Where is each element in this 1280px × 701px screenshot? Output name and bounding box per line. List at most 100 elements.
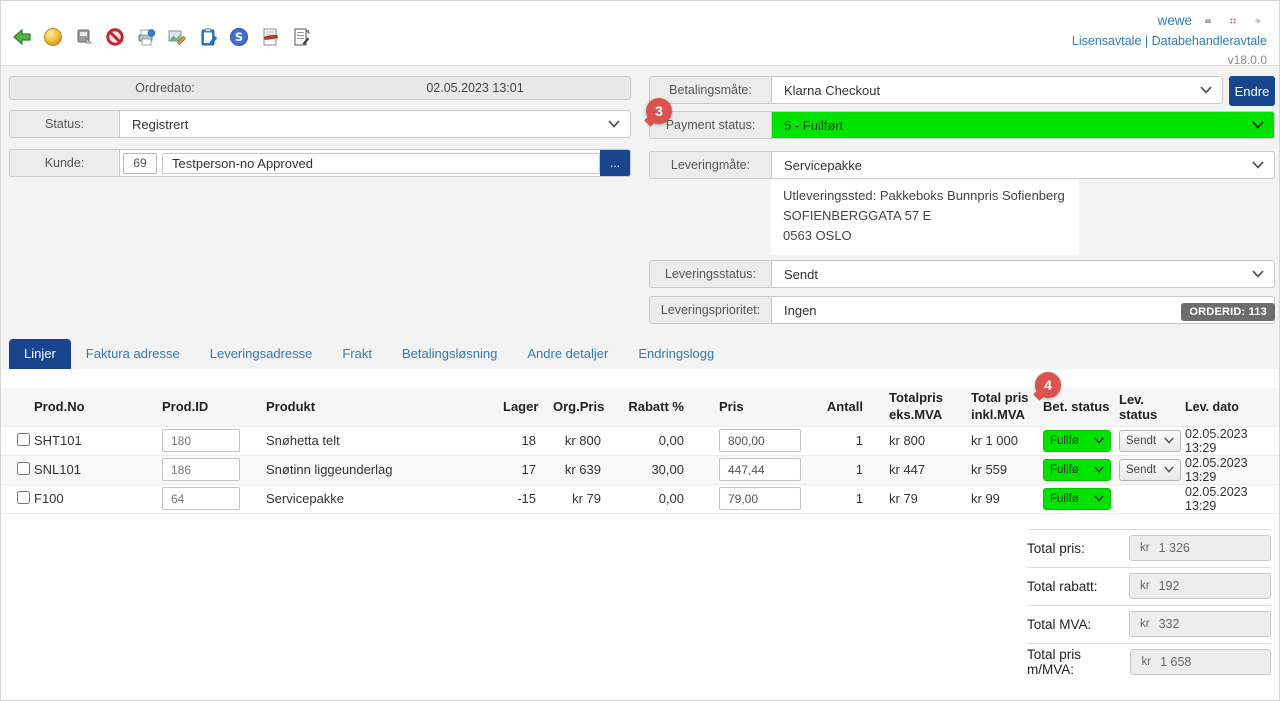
kunde-id-input[interactable] xyxy=(123,153,157,174)
order-left-column: Ordredato: 02.05.2023 13:01 Status: Regi… xyxy=(9,76,631,336)
header-totalpris-eks: Totalpris eks.MVA xyxy=(885,388,967,426)
kunde-label: Kunde: xyxy=(10,150,120,176)
header-checkbox-col xyxy=(1,388,31,426)
betalingsmate-select[interactable]: Klarna Checkout xyxy=(772,77,1222,103)
tab-betalingslosning[interactable]: Betalingsløsning xyxy=(387,339,512,369)
header-right: wewe Lisensavtale | Databehandleravtale … xyxy=(1072,7,1267,65)
payment-status-select[interactable]: 5 - Fullført xyxy=(772,112,1274,138)
image-edit-icon[interactable] xyxy=(166,26,188,48)
total-pris-mva-box: kr1 658 xyxy=(1130,649,1271,675)
ordredato-bar: Ordredato: 02.05.2023 13:01 xyxy=(9,76,631,100)
tab-andre-detaljer[interactable]: Andre detaljer xyxy=(512,339,623,369)
kunde-name-input[interactable] xyxy=(162,153,600,174)
kunde-browse-button[interactable]: ... xyxy=(600,149,630,177)
cell-totalpris-eks: kr 447 xyxy=(885,455,967,484)
total-rabatt-box: kr192 xyxy=(1129,573,1271,599)
total-pris-mva-row: Total pris m/MVA: kr1 658 xyxy=(1027,643,1271,681)
endre-button[interactable]: Endre xyxy=(1229,76,1275,106)
close-icon[interactable] xyxy=(1249,12,1267,30)
lev-status-select[interactable]: Sendt xyxy=(1119,430,1181,452)
svg-text:S: S xyxy=(235,30,243,44)
back-icon[interactable] xyxy=(11,26,33,48)
envelope-icon[interactable] xyxy=(1199,12,1217,30)
header-produkt: Produkt xyxy=(258,388,503,426)
bet-status-value: Fullfø xyxy=(1050,464,1079,476)
prodid-input[interactable] xyxy=(162,458,240,481)
leveringsstatus-select[interactable]: Sendt xyxy=(772,261,1274,287)
document-edit-icon[interactable] xyxy=(290,26,312,48)
cell-rabatt: 30,00 xyxy=(621,455,703,484)
header-prodid: Prod.ID xyxy=(158,388,258,426)
total-pris-mva-value: 1 658 xyxy=(1160,655,1191,669)
cell-antall: 1 xyxy=(823,455,885,484)
delivery-address-box: Utleveringssted: Pakkeboks Bunnpris Sofi… xyxy=(771,179,1079,255)
bet-status-value: Fullfø xyxy=(1050,435,1079,447)
print-preview-icon[interactable] xyxy=(135,26,157,48)
cell-antall: 1 xyxy=(823,426,885,455)
user-link[interactable]: wewe xyxy=(1157,11,1192,32)
leveringmate-select[interactable]: Servicepakke xyxy=(772,152,1274,178)
block-icon[interactable] xyxy=(104,26,126,48)
prodid-input[interactable] xyxy=(162,429,240,452)
leveringsstatus-label: Leveringsstatus: xyxy=(650,261,772,287)
payment-status-field: Payment status: 5 - Fullført xyxy=(649,111,1275,139)
cell-orgpris: kr 79 xyxy=(553,484,621,513)
chevron-down-icon xyxy=(1252,121,1264,129)
header-orgpris: Org.Pris xyxy=(553,388,621,426)
leveringsprioritet-value: Ingen xyxy=(784,303,1246,318)
chevron-down-icon xyxy=(1200,86,1212,94)
header-totalpris-inkl: Total pris inkl.MVA xyxy=(967,388,1041,426)
skype-icon[interactable]: S xyxy=(228,26,250,48)
leveringmate-label: Leveringmåte: xyxy=(650,152,772,178)
lev-status-value: Sendt xyxy=(1126,464,1156,476)
chevron-down-icon xyxy=(608,120,620,128)
kunde-field: Kunde: ... xyxy=(9,149,631,177)
header-pris: Pris xyxy=(703,388,823,426)
row-checkbox[interactable] xyxy=(17,491,30,504)
annotation-badge-4: 4 xyxy=(1035,372,1061,398)
tab-leveringsadresse[interactable]: Leveringsadresse xyxy=(195,339,328,369)
order-right-column: Betalingsmåte: Klarna Checkout Endre Pay… xyxy=(649,76,1275,336)
pris-input[interactable] xyxy=(719,429,801,452)
tab-faktura-adresse[interactable]: Faktura adresse xyxy=(71,339,195,369)
status-select[interactable]: Registrert xyxy=(120,111,630,137)
chevron-down-icon xyxy=(1252,161,1264,169)
status-value: Registrert xyxy=(132,117,602,132)
cell-rabatt: 0,00 xyxy=(621,484,703,513)
prodid-input[interactable] xyxy=(162,487,240,510)
printer-icon[interactable] xyxy=(73,26,95,48)
address-line: Utleveringssted: Pakkeboks Bunnpris Sofi… xyxy=(783,186,1065,206)
header-lev-dato: Lev. dato xyxy=(1185,388,1280,426)
ball-icon[interactable] xyxy=(42,26,64,48)
row-checkbox[interactable] xyxy=(17,462,30,475)
total-mva-row: Total MVA: kr332 xyxy=(1027,605,1271,643)
document-marker-icon[interactable] xyxy=(259,26,281,48)
currency-prefix: kr xyxy=(1140,542,1150,554)
total-mva-label: Total MVA: xyxy=(1027,617,1091,632)
total-pris-box: kr1 326 xyxy=(1129,535,1271,561)
cell-lager: 18 xyxy=(503,426,553,455)
tab-frakt[interactable]: Frakt xyxy=(327,339,387,369)
payment-status-value: 5 - Fullført xyxy=(784,118,1246,133)
license-link[interactable]: Lisensavtale xyxy=(1072,34,1142,48)
dpa-link[interactable]: Databehandleravtale xyxy=(1152,34,1267,48)
betalingsmate-label: Betalingsmåte: xyxy=(650,77,772,103)
row-checkbox[interactable] xyxy=(17,433,30,446)
leveringsstatus-field: Leveringsstatus: Sendt xyxy=(649,260,1275,288)
bet-status-select[interactable]: Fullfø xyxy=(1043,488,1111,510)
cell-prodno: F100 xyxy=(31,484,158,513)
help-buoy-icon[interactable] xyxy=(1224,12,1242,30)
order-detail-window: S wewe Lisensavtale | Databehandleravtal… xyxy=(0,0,1280,701)
bet-status-select[interactable]: Fullfø xyxy=(1043,430,1111,452)
tab-endringslogg[interactable]: Endringslogg xyxy=(623,339,729,369)
tab-linjer[interactable]: Linjer xyxy=(9,339,71,369)
pris-input[interactable] xyxy=(719,458,801,481)
total-rabatt-label: Total rabatt: xyxy=(1027,579,1098,594)
betalingsmate-value: Klarna Checkout xyxy=(784,83,1194,98)
clipboard-icon[interactable] xyxy=(197,26,219,48)
bet-status-select[interactable]: Fullfø xyxy=(1043,459,1111,481)
pris-input[interactable] xyxy=(719,487,801,510)
detail-tabs: Linjer Faktura adresse Leveringsadresse … xyxy=(1,336,1279,369)
lev-status-select[interactable]: Sendt xyxy=(1119,459,1181,481)
table-row: SNL101 Snøtinn liggeunderlag 17 kr 639 3… xyxy=(1,455,1280,484)
